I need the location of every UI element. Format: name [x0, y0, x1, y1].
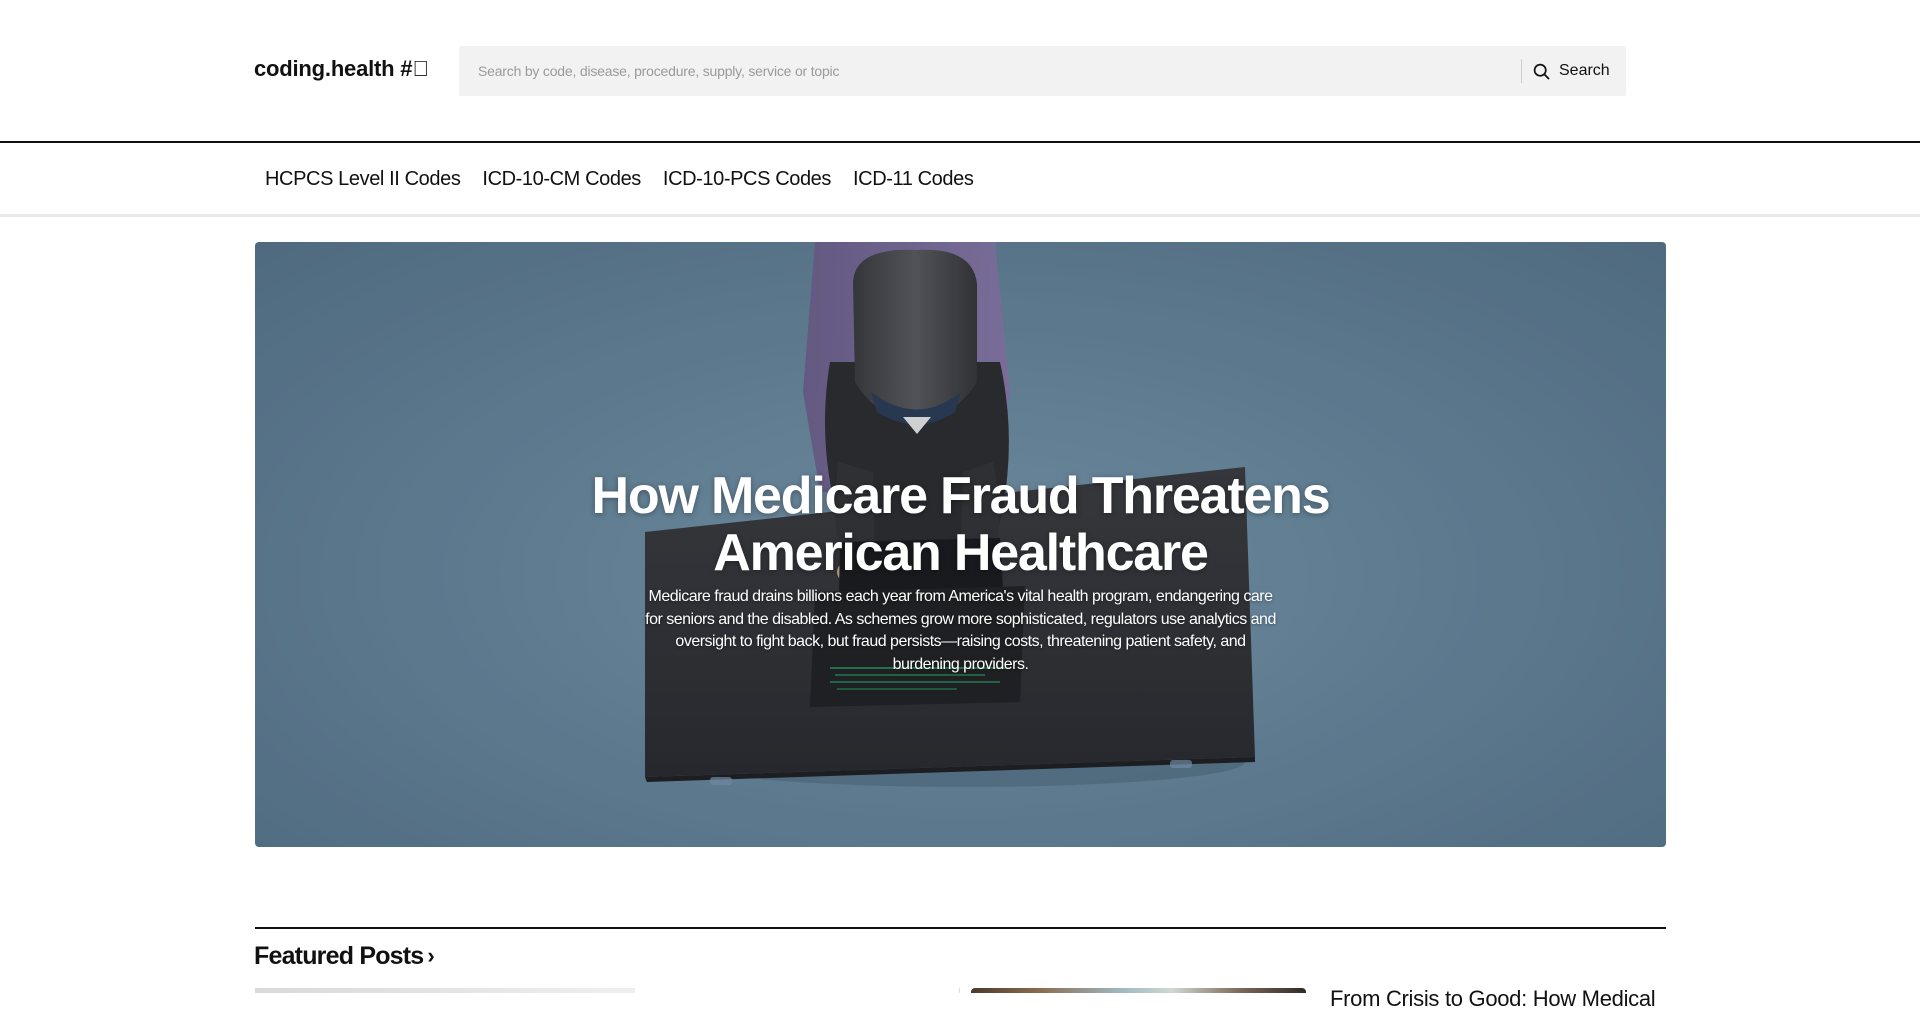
main-nav: HCPCS Level II Codes ICD-10-CM Codes ICD… [0, 145, 1920, 217]
featured-card-image[interactable] [255, 988, 635, 993]
search-button-label: Search [1559, 62, 1610, 79]
search-bar: Search [459, 46, 1626, 96]
nav-item-hcpcs[interactable]: HCPCS Level II Codes [265, 168, 461, 191]
search-divider [1521, 59, 1522, 83]
hero-banner[interactable]: How Medicare Fraud Threatens American He… [255, 242, 1666, 847]
nav-item-icd-10-pcs[interactable]: ICD-10-PCS Codes [663, 168, 832, 191]
site-logo[interactable]: coding.health #⃣ [254, 56, 429, 82]
site-header: coding.health #⃣ Search [0, 0, 1920, 143]
nav-item-icd-11[interactable]: ICD-11 Codes [853, 168, 974, 191]
hero-title[interactable]: How Medicare Fraud Threatens American He… [480, 468, 1441, 582]
nav-item-icd-10-cm[interactable]: ICD-10-CM Codes [482, 168, 641, 191]
featured-card-image[interactable] [971, 988, 1306, 993]
card-divider [959, 988, 960, 993]
featured-posts-heading[interactable]: Featured Posts › [254, 942, 435, 971]
featured-card-title[interactable]: From Crisis to Good: How Medical [1330, 986, 1656, 1012]
hero-excerpt: Medicare fraud drains billions each year… [645, 588, 1276, 673]
search-icon [1533, 63, 1550, 80]
featured-divider [255, 927, 1666, 929]
search-button[interactable]: Search [1525, 51, 1631, 91]
featured-posts-label: Featured Posts [254, 942, 424, 970]
nav-list: HCPCS Level II Codes ICD-10-CM Codes ICD… [265, 145, 995, 214]
chevron-right-icon: › [427, 942, 434, 968]
search-input[interactable] [459, 46, 1521, 96]
